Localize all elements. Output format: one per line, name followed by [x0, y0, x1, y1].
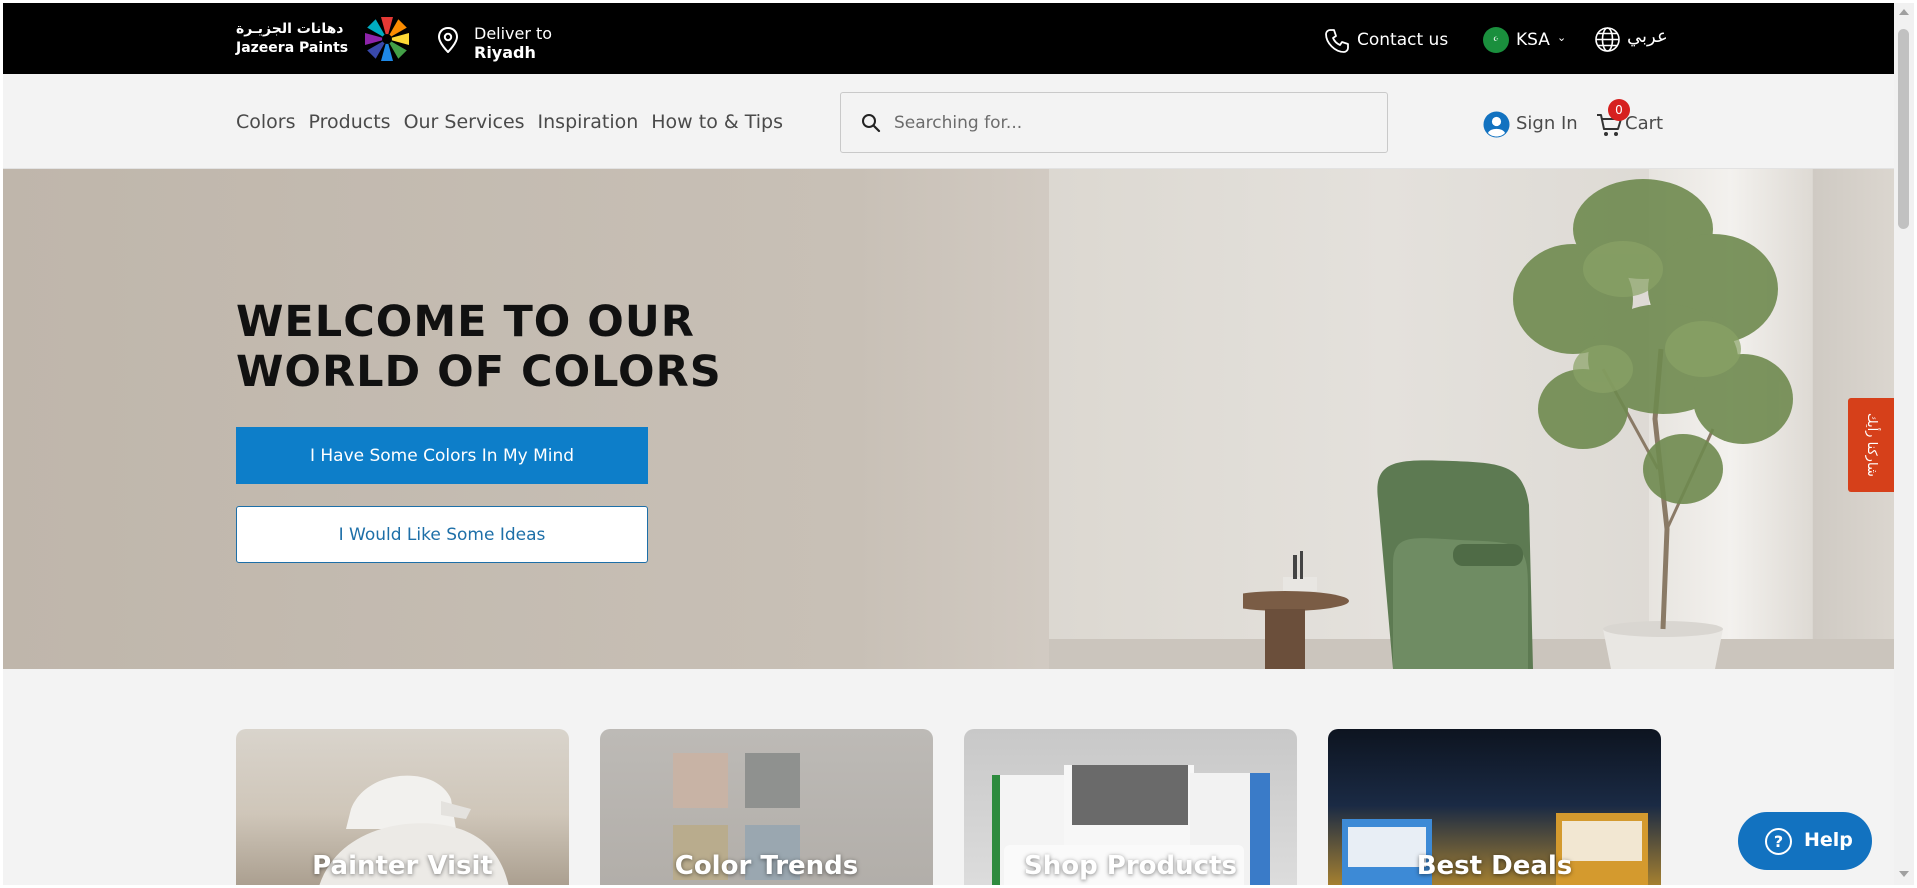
cart-link[interactable]: 0 Cart — [1595, 99, 1675, 139]
sign-in-label: Sign In — [1516, 113, 1578, 134]
logo-arabic-text: دهانات الجزيـرة — [236, 21, 344, 37]
nav-item-how-to-tips[interactable]: How to & Tips — [651, 111, 783, 133]
colors-in-mind-button[interactable]: I Have Some Colors In My Mind — [236, 427, 648, 484]
main-menu: Colors Products Our Services Inspiration… — [236, 111, 783, 133]
card-title: Color Trends — [674, 851, 859, 881]
contact-us-label: Contact us — [1357, 30, 1449, 50]
search-icon — [862, 114, 881, 133]
hero-title-line-1: WELCOME TO OUR — [236, 297, 695, 347]
hero-title-line-2: WORLD OF COLORS — [236, 347, 722, 397]
card-color-trends[interactable]: Color Trends — [600, 729, 933, 885]
nav-item-inspiration[interactable]: Inspiration — [538, 111, 639, 133]
chevron-down-icon: ⌄ — [1557, 31, 1567, 44]
logo-english-text: Jazeera Paints — [236, 40, 349, 56]
feature-cards: Painter Visit Color Trends Shop Products — [236, 729, 1662, 885]
hero-banner: WELCOME TO OUR WORLD OF COLORS I Have So… — [3, 169, 1894, 669]
nav-item-our-services[interactable]: Our Services — [404, 111, 525, 133]
card-title: Best Deals — [1416, 851, 1573, 881]
language-label: عربي — [1627, 26, 1668, 47]
card-best-deals[interactable]: Best Deals — [1328, 729, 1661, 885]
cart-label: Cart — [1625, 113, 1664, 134]
location-pin-icon — [437, 27, 459, 53]
card-title: Shop Products — [1024, 851, 1237, 881]
nav-item-colors[interactable]: Colors — [236, 111, 296, 133]
some-ideas-button[interactable]: I Would Like Some Ideas — [236, 506, 648, 563]
scroll-up-arrow-icon[interactable] — [1899, 9, 1909, 15]
scroll-down-arrow-icon[interactable] — [1899, 871, 1909, 877]
main-nav-bar: Colors Products Our Services Inspiration… — [3, 74, 1894, 169]
card-shop-products[interactable]: Shop Products — [964, 729, 1297, 885]
search-input[interactable] — [894, 107, 1364, 139]
scrollbar-thumb[interactable] — [1898, 29, 1909, 229]
deliver-city: Riyadh — [474, 43, 536, 62]
hero-room-illustration — [1243, 179, 1793, 669]
user-avatar-icon — [1483, 111, 1510, 138]
browser-viewport: دهانات الجزيـرة Jazeera Paints Deliver t… — [3, 3, 1894, 885]
deliver-to-label: Deliver to — [474, 24, 553, 43]
feedback-tab[interactable]: شاركنا رأيك — [1848, 398, 1894, 492]
globe-icon — [1595, 27, 1620, 52]
page-scrollbar[interactable] — [1894, 3, 1914, 885]
color-swatch — [673, 753, 728, 808]
hero-title: WELCOME TO OUR WORLD OF COLORS — [236, 297, 722, 397]
phone-icon — [1325, 29, 1349, 53]
nav-item-products[interactable]: Products — [309, 111, 391, 133]
top-bar: دهانات الجزيـرة Jazeera Paints Deliver t… — [3, 3, 1894, 74]
help-label: Help — [1804, 829, 1853, 851]
search-box[interactable] — [840, 92, 1388, 153]
logo-pinwheel-icon — [365, 17, 409, 61]
question-mark-icon: ? — [1765, 828, 1792, 855]
saudi-flag-icon: ☪ — [1483, 27, 1509, 53]
country-code: KSA — [1516, 30, 1550, 50]
card-title: Painter Visit — [312, 851, 493, 881]
card-painter-visit[interactable]: Painter Visit — [236, 729, 569, 885]
help-button[interactable]: ? Help — [1738, 812, 1872, 870]
color-swatch — [745, 753, 800, 808]
